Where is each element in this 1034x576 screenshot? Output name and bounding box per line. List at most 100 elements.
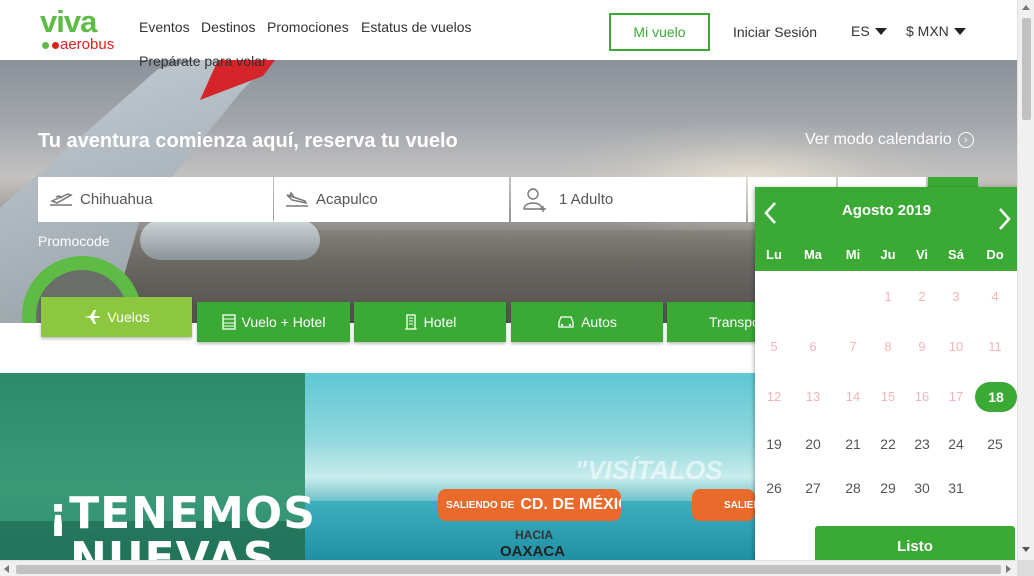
calendar-day[interactable]: 29: [870, 473, 906, 503]
calendar-day-selected[interactable]: 18: [975, 382, 1017, 412]
logo-wordmark: viva: [40, 4, 97, 39]
calendar-day[interactable]: 22: [870, 429, 906, 459]
weekday-label: Lu: [766, 247, 782, 262]
tab-vuelos-label: Vuelos: [107, 309, 150, 325]
weekday-label: Sá: [948, 247, 964, 262]
calendar-day[interactable]: 19: [756, 429, 792, 459]
site-header: viva aerobus Eventos Destinos Promocione…: [0, 0, 1017, 60]
car-icon: [558, 316, 574, 328]
login-link[interactable]: Iniciar Sesión: [733, 24, 817, 40]
horizontal-scroll-thumb[interactable]: [16, 565, 1001, 574]
calendar-day[interactable]: 28: [835, 473, 871, 503]
tab-transportacion-label: Transportación: [709, 314, 755, 330]
language-value: ES: [851, 23, 870, 39]
calendar-day[interactable]: 31: [938, 473, 974, 503]
tab-hotel-label: Hotel: [423, 314, 457, 330]
passengers-value: 1 Adulto: [559, 191, 614, 208]
calendar-day: 2: [918, 289, 926, 304]
calendar-day[interactable]: 25: [977, 429, 1013, 459]
route-badge-city: CD. DE MÉXICO: [520, 496, 621, 513]
passengers-field[interactable]: 1 Adulto: [511, 177, 746, 222]
hotel-icon: [404, 314, 417, 330]
scroll-down-arrow-icon[interactable]: [1022, 547, 1030, 552]
weekday-label: Vi: [915, 247, 929, 262]
scroll-up-arrow-icon[interactable]: [1022, 5, 1030, 10]
takeoff-icon: [50, 192, 73, 206]
calendar-day[interactable]: 24: [938, 429, 974, 459]
calendar-day: 13: [805, 389, 821, 404]
weekday-label: Ju: [880, 247, 896, 262]
calendar-day: 16: [914, 389, 930, 404]
mi-vuelo-button[interactable]: Mi vuelo: [609, 13, 710, 51]
calendar-day: 1: [884, 289, 892, 304]
logo-red-dot: [52, 42, 59, 49]
logo-green-dot: [42, 42, 49, 49]
date-picker-header: Agosto 2019 Lu Ma Mi Ju Vi Sá Do: [755, 187, 1018, 271]
calendar-mode-label: Ver modo calendario: [805, 131, 952, 148]
calendar-day: 17: [948, 389, 964, 404]
nav-promociones[interactable]: Promociones: [267, 19, 349, 35]
calendar-day[interactable]: 21: [835, 429, 871, 459]
scroll-left-arrow-icon[interactable]: [4, 565, 9, 573]
currency-value: $ MXN: [906, 23, 949, 39]
caret-down-icon: [874, 27, 887, 35]
landing-icon: [286, 190, 308, 207]
calendar-day: 3: [952, 289, 960, 304]
banner-hacia-label: HACIA: [515, 528, 553, 542]
calendar-day[interactable]: 27: [795, 473, 831, 503]
calendar-day[interactable]: 30: [904, 473, 940, 503]
calendar-mode-link[interactable]: Ver modo calendario ›: [805, 131, 974, 149]
weekday-label: Mi: [845, 247, 861, 262]
tab-vuelo-hotel-label: Vuelo + Hotel: [241, 314, 326, 330]
date-picker-popup: Agosto 2019 Lu Ma Mi Ju Vi Sá Do 1 2 3 4 5 6 7 8 9 10 11…: [755, 187, 1018, 563]
tab-autos[interactable]: Autos: [511, 302, 663, 342]
building-icon: [221, 314, 236, 330]
currency-selector[interactable]: $ MXN: [906, 23, 966, 39]
calendar-day: 10: [948, 339, 964, 354]
weekday-label: Ma: [803, 247, 823, 262]
origin-field[interactable]: Chihuahua: [38, 177, 273, 222]
calendar-day: 5: [770, 339, 778, 354]
calendar-day: 12: [766, 389, 782, 404]
destination-field[interactable]: Acapulco: [274, 177, 509, 222]
calendar-day[interactable]: 26: [756, 473, 792, 503]
horizontal-scrollbar[interactable]: [0, 560, 1017, 576]
tab-autos-label: Autos: [581, 314, 617, 330]
nav-eventos[interactable]: Eventos: [139, 19, 190, 35]
plane-icon: [84, 310, 101, 324]
tab-vuelos[interactable]: Vuelos: [41, 297, 192, 337]
route-badge-second-prefix: SALIENDO: [724, 499, 755, 511]
nav-preparate[interactable]: Prepárate para volar: [139, 53, 267, 69]
tab-hotel[interactable]: Hotel: [354, 302, 506, 342]
vertical-scroll-thumb[interactable]: [1022, 18, 1031, 120]
airplane-engine-image: [140, 220, 320, 260]
chevron-right-circle-icon: ›: [957, 132, 974, 148]
calendar-day: 9: [918, 339, 926, 354]
caret-down-icon: [953, 27, 966, 35]
calendar-day: 15: [880, 389, 896, 404]
viva-aerobus-logo[interactable]: viva aerobus: [40, 6, 130, 54]
banner-destination-label: OAXACA: [500, 543, 566, 560]
vertical-scrollbar[interactable]: [1017, 0, 1034, 576]
calendar-day: 8: [884, 339, 892, 354]
route-badge-second: SALIENDO: [692, 489, 755, 521]
calendar-day: 11: [988, 339, 1002, 354]
tab-vuelo-hotel[interactable]: Vuelo + Hotel: [197, 302, 350, 342]
nav-estatus-vuelos[interactable]: Estatus de vuelos: [361, 19, 472, 35]
search-button[interactable]: [928, 177, 978, 187]
calendar-day: 7: [849, 339, 857, 354]
tab-transportacion[interactable]: Transportación: [667, 302, 755, 342]
done-button[interactable]: Listo: [815, 526, 1015, 563]
scroll-right-arrow-icon[interactable]: [1006, 565, 1011, 573]
calendar-day: 6: [809, 339, 817, 354]
calendar-day[interactable]: 23: [904, 429, 940, 459]
banner-visit-text: "VISÍTALOS: [575, 455, 723, 485]
nav-destinos[interactable]: Destinos: [201, 19, 255, 35]
weekday-label: Do: [986, 247, 1004, 262]
chevron-right-icon[interactable]: [993, 205, 1015, 233]
passenger-add-icon: [523, 187, 546, 212]
promocode-link[interactable]: Promocode: [38, 233, 110, 249]
calendar-day: 14: [845, 389, 861, 404]
calendar-day[interactable]: 20: [795, 429, 831, 459]
language-selector[interactable]: ES: [851, 23, 887, 39]
